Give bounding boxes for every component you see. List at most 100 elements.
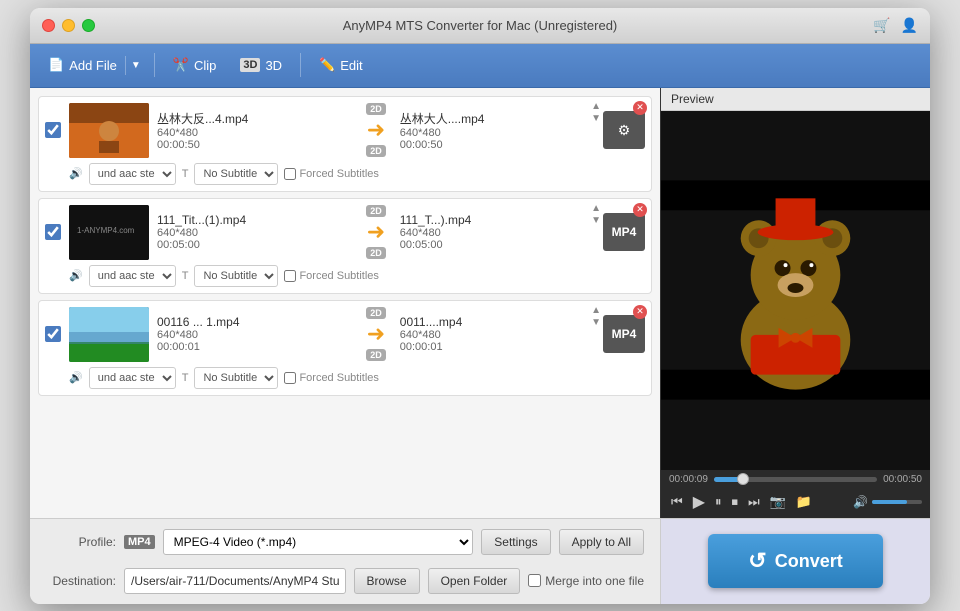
close-button[interactable] — [42, 19, 55, 32]
file-close-1[interactable]: ✕ — [633, 101, 647, 115]
skip-back-button[interactable]: ⏮ — [669, 492, 685, 512]
output-dur-1: 00:00:50 — [400, 139, 595, 151]
settings-button[interactable]: Settings — [481, 529, 550, 555]
dest-input[interactable] — [124, 568, 346, 594]
forced-check-1[interactable] — [284, 168, 296, 180]
apply-all-button[interactable]: Apply to All — [559, 529, 644, 555]
add-file-icon: 📄 — [48, 57, 64, 73]
arrow-icon-2: ➜ — [367, 219, 385, 245]
folder-button[interactable]: 📁 — [794, 492, 814, 512]
file-bottom-2: 🔊 und aac ste T No Subtitle Forced Subti… — [45, 265, 645, 287]
scroll-down-2[interactable]: ▼ — [591, 215, 601, 227]
file-check-3[interactable] — [45, 326, 61, 342]
input-dur-1: 00:00:50 — [157, 139, 352, 151]
scroll-up-2[interactable]: ▲ — [591, 203, 601, 215]
file-bottom-1: 🔊 und aac ste T No Subtitle Forced Subti… — [45, 163, 645, 185]
subtitle-icon-1: T — [182, 168, 189, 180]
convert-icon: ↺ — [748, 548, 766, 574]
play-button[interactable]: ▶ — [691, 490, 707, 514]
audio-icon-1: 🔊 — [69, 167, 83, 180]
merge-checkbox[interactable] — [528, 574, 541, 587]
settings-icon-1: ⚙ — [618, 122, 631, 139]
cart-icon[interactable]: 🛒 — [873, 17, 890, 34]
add-file-group[interactable]: 📄 Add File ▼ — [40, 53, 146, 77]
output-settings-2[interactable]: MP4 — [603, 213, 645, 251]
output-settings-1[interactable]: ⚙ — [603, 111, 645, 149]
volume-track[interactable] — [872, 500, 922, 504]
file-close-3[interactable]: ✕ — [633, 305, 647, 319]
settings-icon-2: MP4 — [612, 225, 637, 239]
progress-track[interactable] — [714, 477, 877, 482]
forced-check-2[interactable] — [284, 270, 296, 282]
subtitle-select-3[interactable]: No Subtitle — [194, 367, 278, 389]
output-info-3: 0011....mp4 640*480 00:00:01 — [400, 315, 595, 353]
minimize-button[interactable] — [62, 19, 75, 32]
file-check-2[interactable] — [45, 224, 61, 240]
subtitle-select-1[interactable]: No Subtitle — [194, 163, 278, 185]
dest-label: Destination: — [46, 574, 116, 588]
svg-text:1-ANYMP4.com: 1-ANYMP4.com — [77, 226, 135, 235]
add-file-button[interactable]: 📄 Add File — [40, 53, 125, 77]
add-file-dropdown[interactable]: ▼ — [125, 56, 146, 75]
convert-area: ↺ Convert — [660, 519, 930, 604]
audio-select-3[interactable]: und aac ste — [89, 367, 176, 389]
arrow-icon-1: ➜ — [367, 117, 385, 143]
scroll-up-1[interactable]: ▲ — [591, 101, 601, 113]
file-thumb-2: 1-ANYMP4.com — [69, 205, 149, 260]
file-item-2: ✕ ▲ ▼ 1-ANYMP4.com — [38, 198, 652, 294]
audio-select-1[interactable]: und aac ste — [89, 163, 176, 185]
badge-2d-in-1: 2D — [366, 103, 386, 115]
traffic-lights — [42, 19, 95, 32]
merge-row: Merge into one file — [528, 574, 644, 588]
output-filename-2: 111_T...).mp4 — [400, 213, 595, 227]
subtitle-select-2[interactable]: No Subtitle — [194, 265, 278, 287]
audio-icon-2: 🔊 — [69, 269, 83, 282]
time-current: 00:00:09 — [669, 474, 708, 485]
edit-button[interactable]: ✏️ Edit — [309, 53, 373, 77]
scroll-down-3[interactable]: ▼ — [591, 317, 601, 329]
skip-forward-button[interactable]: ⏭ — [746, 492, 762, 512]
output-res-3: 640*480 — [400, 329, 595, 341]
file-item-top-2: 1-ANYMP4.com 111_Tit...(1).mp4 640*480 0… — [45, 205, 645, 260]
file-list: ✕ ▲ ▼ — [30, 88, 660, 518]
output-dur-3: 00:00:01 — [400, 341, 595, 353]
clip-button[interactable]: ✂️ Clip — [163, 53, 227, 77]
forced-subtitle-2: Forced Subtitles — [284, 270, 378, 282]
forced-check-3[interactable] — [284, 372, 296, 384]
file-item-top-3: 00116 ... 1.mp4 640*480 00:00:01 2D ➜ 2D… — [45, 307, 645, 362]
profile-select[interactable]: MPEG-4 Video (*.mp4) — [163, 529, 474, 555]
input-filename-3: 00116 ... 1.mp4 — [157, 315, 352, 329]
file-close-2[interactable]: ✕ — [633, 203, 647, 217]
preview-panel: Preview — [660, 88, 930, 518]
toolbar: 📄 Add File ▼ ✂️ Clip 3D 3D ✏️ Edit — [30, 44, 930, 88]
user-icon[interactable]: 👤 — [901, 17, 918, 34]
edit-icon: ✏️ — [319, 57, 335, 73]
progress-row: 00:00:09 00:00:50 — [669, 474, 922, 485]
pause-button[interactable]: ⏸ — [713, 492, 724, 512]
3d-button[interactable]: 3D 3D — [230, 54, 292, 77]
bottom-left: Profile: MP4 MPEG-4 Video (*.mp4) Settin… — [30, 519, 660, 604]
snapshot-button[interactable]: 📷 — [768, 492, 788, 512]
browse-button[interactable]: Browse — [354, 568, 420, 594]
badge-2d-out-1: 2D — [366, 145, 386, 157]
convert-button[interactable]: ↺ Convert — [708, 534, 882, 588]
file-check-1[interactable] — [45, 122, 61, 138]
scissors-icon: ✂️ — [173, 57, 189, 73]
output-settings-3[interactable]: MP4 — [603, 315, 645, 353]
window-title: AnyMP4 MTS Converter for Mac (Unregister… — [343, 18, 618, 33]
progress-thumb[interactable] — [737, 473, 749, 485]
file-item-top-1: 丛林大反...4.mp4 640*480 00:00:50 2D ➜ 2D 丛林… — [45, 103, 645, 158]
output-info-1: 丛林大人....mp4 640*480 00:00:50 — [400, 110, 595, 151]
open-folder-button[interactable]: Open Folder — [428, 568, 521, 594]
app-window: AnyMP4 MTS Converter for Mac (Unregister… — [30, 8, 930, 604]
input-filename-1: 丛林大反...4.mp4 — [157, 110, 352, 127]
scroll-up-3[interactable]: ▲ — [591, 305, 601, 317]
file-item: ✕ ▲ ▼ — [38, 96, 652, 192]
stop-button[interactable]: ⏹ — [730, 492, 741, 512]
badge-2d-out-2: 2D — [366, 247, 386, 259]
maximize-button[interactable] — [82, 19, 95, 32]
scroll-down-1[interactable]: ▼ — [591, 113, 601, 125]
audio-select-2[interactable]: und aac ste — [89, 265, 176, 287]
file-thumb-3 — [69, 307, 149, 362]
add-file-label: Add File — [69, 58, 117, 73]
